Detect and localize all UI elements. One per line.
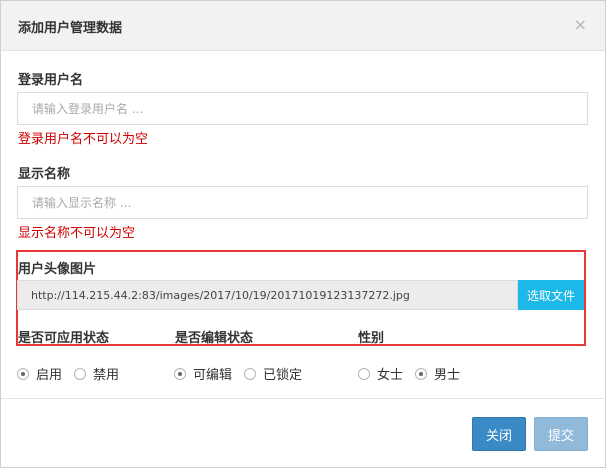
avatar-path-field[interactable]: http://114.215.44.2:83/images/2017/10/19… bbox=[17, 280, 518, 310]
close-icon[interactable]: × bbox=[574, 15, 587, 34]
female-radio[interactable] bbox=[358, 367, 370, 380]
display-name-input[interactable] bbox=[17, 186, 588, 219]
male-label[interactable]: 男士 bbox=[434, 364, 460, 383]
status-disabled-radio[interactable] bbox=[74, 367, 87, 380]
close-button[interactable]: 关闭 bbox=[472, 417, 526, 451]
dialog-header: 添加用户管理数据 × bbox=[1, 1, 605, 51]
female-label[interactable]: 女士 bbox=[377, 364, 403, 383]
submit-button[interactable]: 提交 bbox=[534, 417, 588, 451]
editable-radio[interactable] bbox=[174, 367, 186, 380]
avatar-label: 用户头像图片 bbox=[18, 262, 97, 277]
male-radio[interactable] bbox=[415, 367, 428, 380]
edit-state-label: 是否编辑状态 bbox=[175, 331, 254, 346]
editable-label[interactable]: 可编辑 bbox=[193, 364, 232, 383]
login-name-error: 登录用户名不可以为空 bbox=[18, 132, 149, 147]
status-disabled-label[interactable]: 禁用 bbox=[93, 364, 119, 383]
dialog-title: 添加用户管理数据 bbox=[18, 21, 123, 36]
edit-state-radio-group: 可编辑 已锁定 bbox=[174, 364, 314, 383]
status-radio-group: 启用 禁用 bbox=[17, 364, 131, 383]
display-name-label: 显示名称 bbox=[18, 167, 71, 182]
status-enabled-radio[interactable] bbox=[17, 367, 29, 380]
gender-radio-group: 女士 男士 bbox=[358, 364, 472, 383]
add-user-dialog: 添加用户管理数据 × 登录用户名 登录用户名不可以为空 显示名称 显示名称不可以… bbox=[0, 0, 606, 468]
pick-file-button[interactable]: 选取文件 bbox=[518, 280, 584, 310]
locked-radio[interactable] bbox=[244, 367, 257, 380]
display-name-error: 显示名称不可以为空 bbox=[18, 226, 136, 241]
footer-divider bbox=[1, 398, 606, 399]
status-enabled-label[interactable]: 启用 bbox=[36, 364, 62, 383]
login-name-input[interactable] bbox=[17, 92, 588, 125]
gender-label: 性别 bbox=[358, 331, 385, 346]
login-name-label: 登录用户名 bbox=[18, 73, 84, 88]
locked-label[interactable]: 已锁定 bbox=[263, 364, 302, 383]
status-label: 是否可应用状态 bbox=[18, 331, 110, 346]
